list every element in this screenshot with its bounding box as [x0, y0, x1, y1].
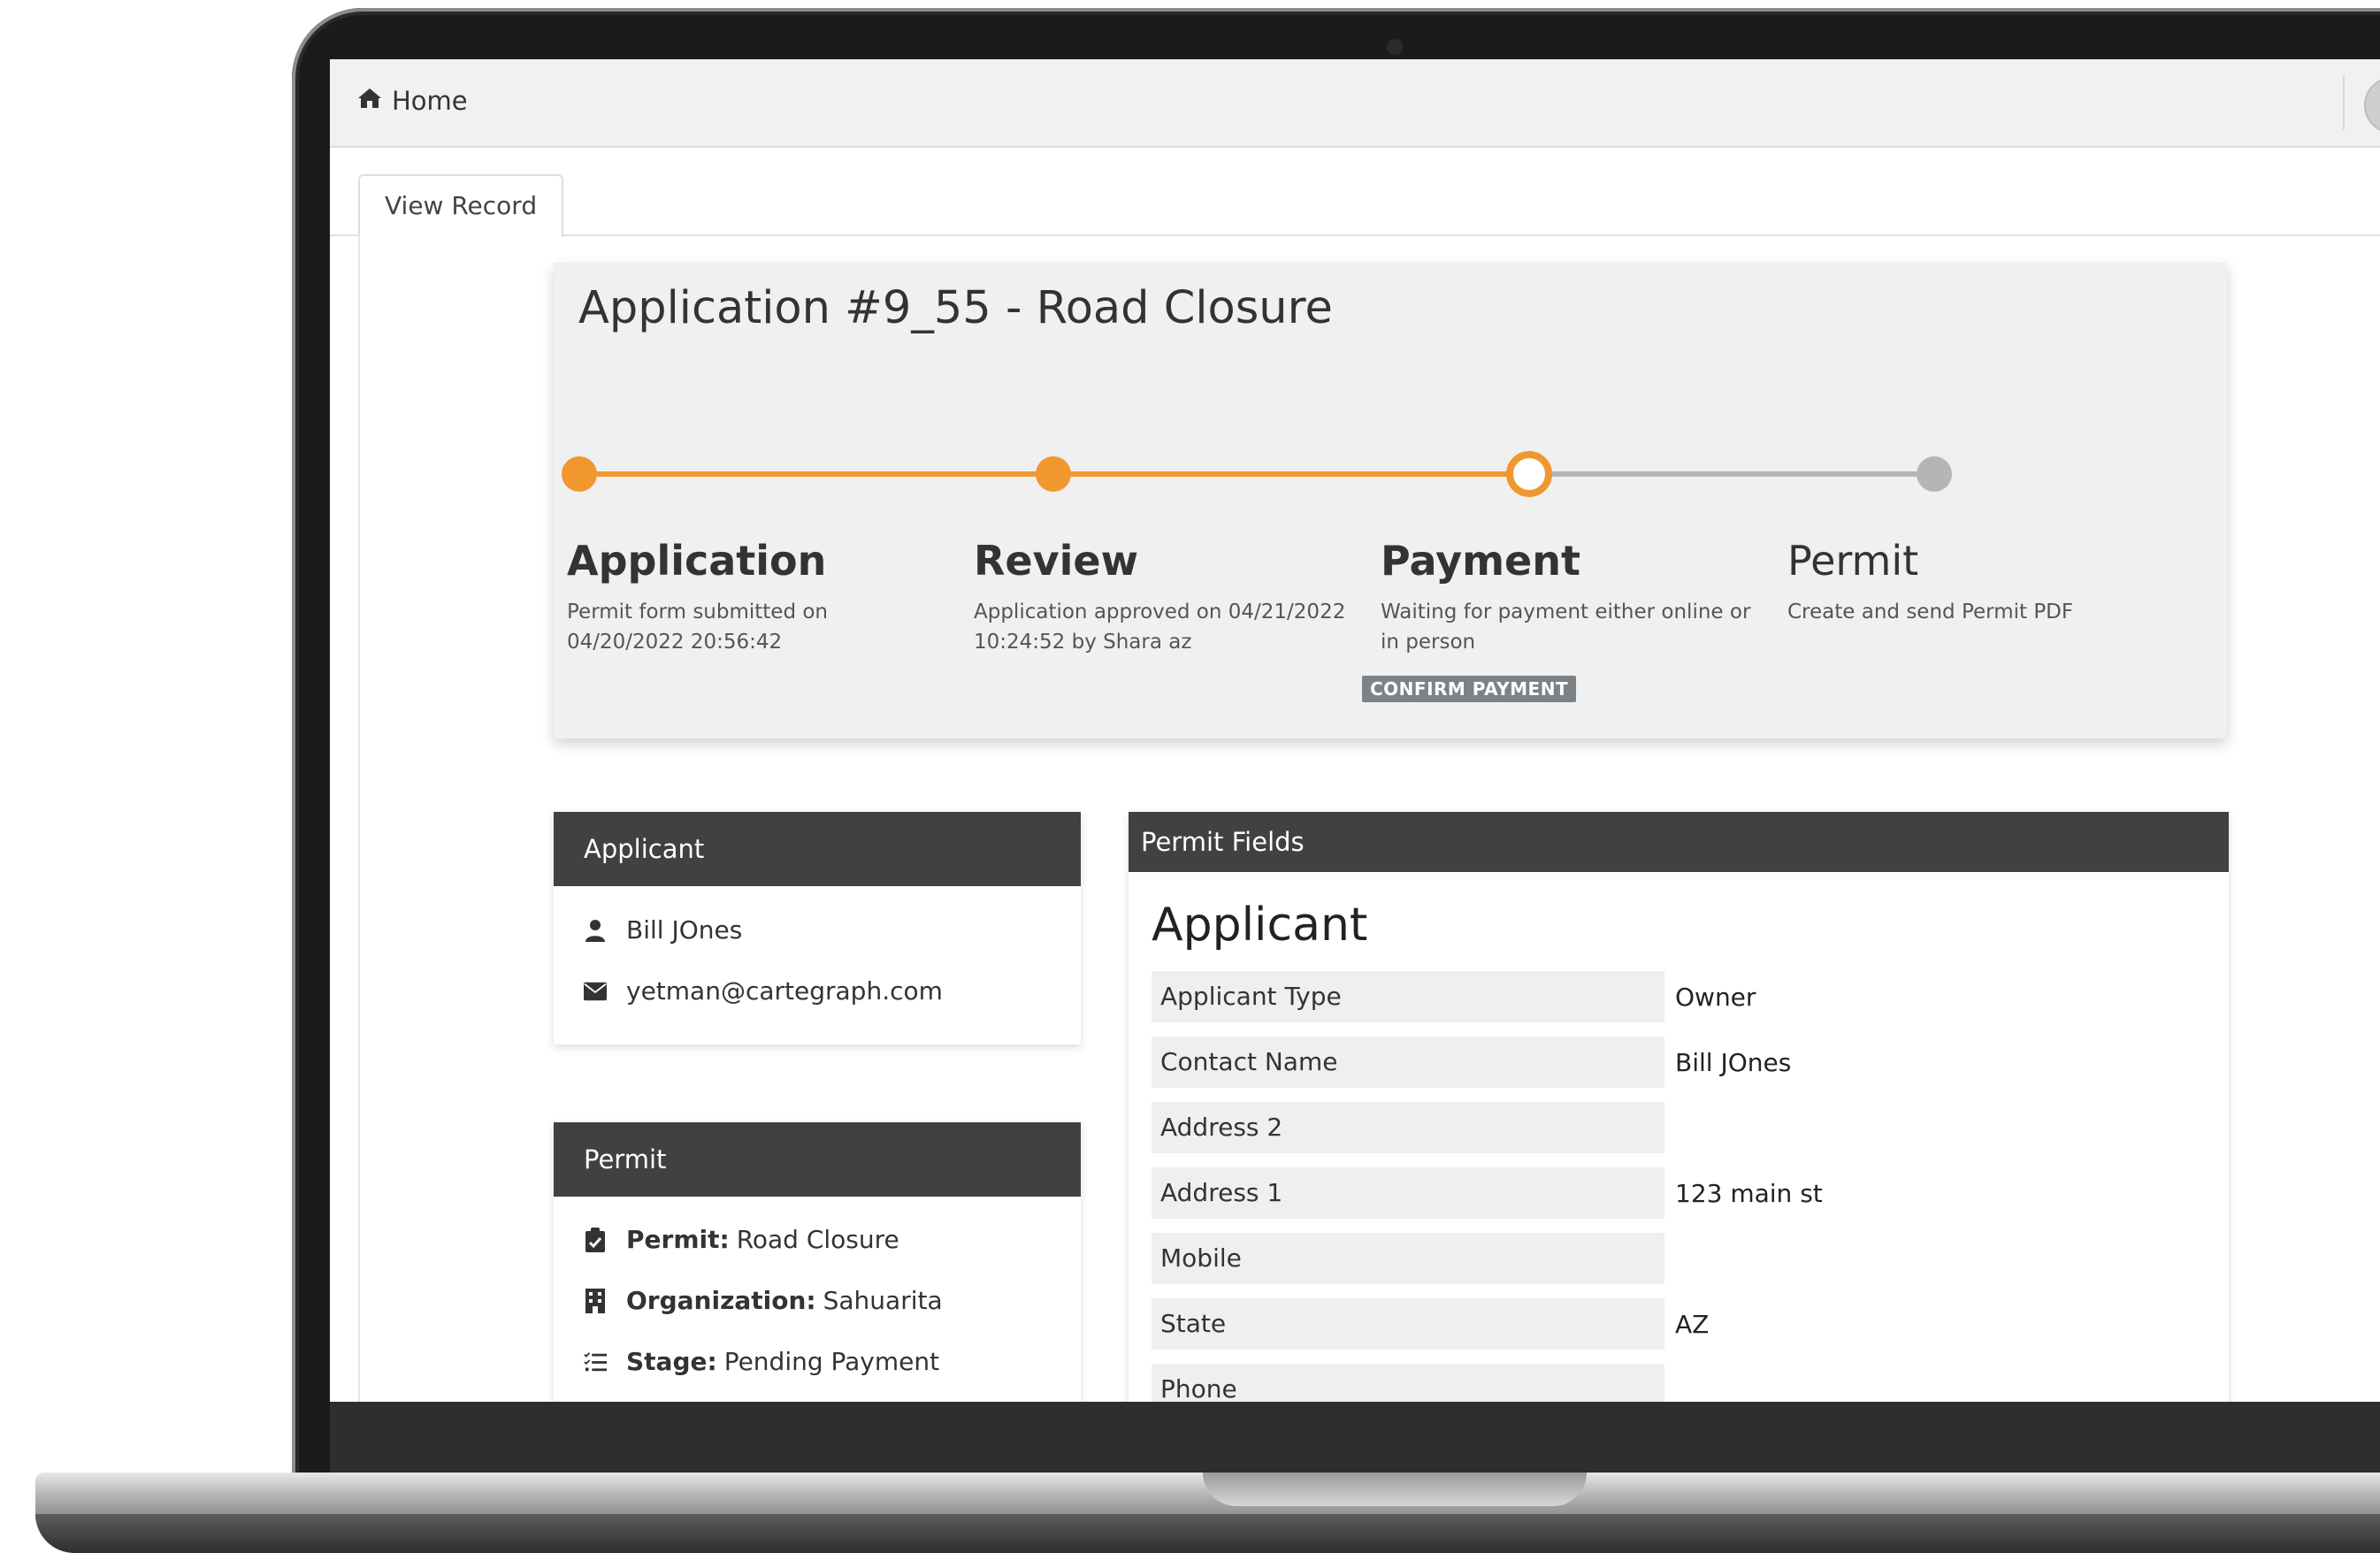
- step-dot-application: [562, 456, 597, 492]
- step-description: Waiting for payment either online or in …: [1381, 601, 1751, 654]
- field-label: Address 2: [1152, 1102, 1664, 1153]
- building-icon: [584, 1288, 607, 1313]
- applicant-name-row: Bill JOnes: [554, 899, 1081, 960]
- organization-value: Sahuarita: [823, 1286, 943, 1315]
- field-row: Mobile: [1152, 1226, 2229, 1291]
- home-link[interactable]: Home: [356, 86, 468, 116]
- organization-label: Organization:: [626, 1286, 816, 1315]
- step-application: Application Permit form submitted on 04/…: [567, 537, 947, 657]
- progress-line-1: [579, 471, 1053, 477]
- step-title: Application: [567, 537, 827, 585]
- field-label: Contact Name: [1152, 1037, 1664, 1088]
- step-title: Payment: [1381, 537, 1580, 585]
- step-payment: Payment Waiting for payment either onlin…: [1381, 537, 1761, 657]
- field-label: Address 1: [1152, 1167, 1664, 1219]
- step-permit: Permit Create and send Permit PDF: [1787, 537, 2168, 627]
- top-navbar: Home: [330, 59, 2380, 148]
- permit-value: Road Closure: [736, 1225, 899, 1254]
- step-review: Review Application approved on 04/21/202…: [974, 537, 1354, 657]
- field-label: Phone: [1152, 1364, 1664, 1402]
- tasks-icon: [584, 1350, 607, 1373]
- panel-header: Permit Fields: [1129, 812, 2229, 872]
- field-row: Contact Name Bill JOnes: [1152, 1029, 2229, 1095]
- step-dot-review: [1036, 456, 1071, 492]
- section-heading: Applicant: [1152, 899, 1368, 952]
- content-border: [358, 234, 360, 1402]
- applicant-email[interactable]: yetman@cartegraph.com: [626, 976, 943, 1006]
- topbar-divider: [2343, 75, 2345, 130]
- application-progress-card: Application #9_55 - Road Closure Applica…: [554, 263, 2227, 738]
- step-title: Review: [974, 537, 1139, 585]
- confirm-payment-button[interactable]: CONFIRM PAYMENT: [1362, 676, 1577, 702]
- page-title: Application #9_55 - Road Closure: [578, 282, 1333, 334]
- field-label: Mobile: [1152, 1233, 1664, 1284]
- panel-header: Permit: [554, 1122, 1081, 1197]
- applicant-panel: Applicant Bill JOnes yetman@cartegraph.c…: [554, 812, 1081, 1044]
- tab-view-record[interactable]: View Record: [358, 174, 564, 238]
- organization-row: Organization: Sahuarita: [554, 1270, 1081, 1331]
- field-label: Applicant Type: [1152, 971, 1664, 1022]
- clipboard-check-icon: [584, 1227, 607, 1252]
- stage-value: Pending Payment: [723, 1347, 940, 1376]
- field-value: Owner: [1675, 982, 1756, 1012]
- screen: Home View Record Application #9_55 - Roa…: [330, 59, 2380, 1402]
- permit-label: Permit:: [626, 1225, 730, 1254]
- step-description: Application approved on 04/21/2022 10:24…: [974, 601, 1346, 654]
- step-title: Permit: [1787, 537, 1919, 585]
- permit-panel: Permit Permit: Road Closure Organization…: [554, 1122, 1081, 1402]
- progress-line-2: [1053, 471, 1529, 477]
- field-row: Phone: [1152, 1357, 2229, 1402]
- stage-row: Stage: Pending Payment: [554, 1331, 1081, 1392]
- panel-header: Applicant: [554, 812, 1081, 886]
- laptop-chin: [330, 1402, 2380, 1473]
- field-value: 123 main st: [1675, 1178, 1823, 1208]
- permit-type-row: Permit: Road Closure: [554, 1209, 1081, 1270]
- permit-fields-panel: Permit Fields Applicant Applicant Type O…: [1129, 812, 2229, 1402]
- field-value: AZ: [1675, 1309, 1710, 1339]
- laptop-notch: [1203, 1473, 1587, 1506]
- avatar[interactable]: [2364, 77, 2380, 134]
- stage-label: Stage:: [626, 1347, 717, 1376]
- field-row: State AZ: [1152, 1291, 2229, 1357]
- user-icon: [584, 919, 607, 942]
- home-icon: [356, 86, 383, 116]
- field-label: State: [1152, 1298, 1664, 1350]
- progress-line-3: [1529, 471, 1934, 477]
- tab-bar: View Record: [330, 148, 2380, 238]
- field-value: Bill JOnes: [1675, 1047, 1792, 1077]
- applicant-email-row: yetman@cartegraph.com: [554, 960, 1081, 1021]
- field-row: Address 1 123 main st: [1152, 1160, 2229, 1226]
- home-label: Home: [392, 86, 468, 116]
- laptop-base-bottom: [35, 1514, 2380, 1553]
- step-description: Create and send Permit PDF: [1787, 601, 2074, 623]
- step-dot-permit: [1917, 456, 1952, 492]
- field-row: Applicant Type Owner: [1152, 964, 2229, 1029]
- step-description: Permit form submitted on 04/20/2022 20:5…: [567, 601, 829, 654]
- camera-icon: [1387, 39, 1403, 55]
- applicant-name: Bill JOnes: [626, 915, 743, 945]
- step-dot-payment: [1506, 451, 1552, 497]
- field-row: Address 2: [1152, 1095, 2229, 1160]
- envelope-icon: [584, 980, 607, 1003]
